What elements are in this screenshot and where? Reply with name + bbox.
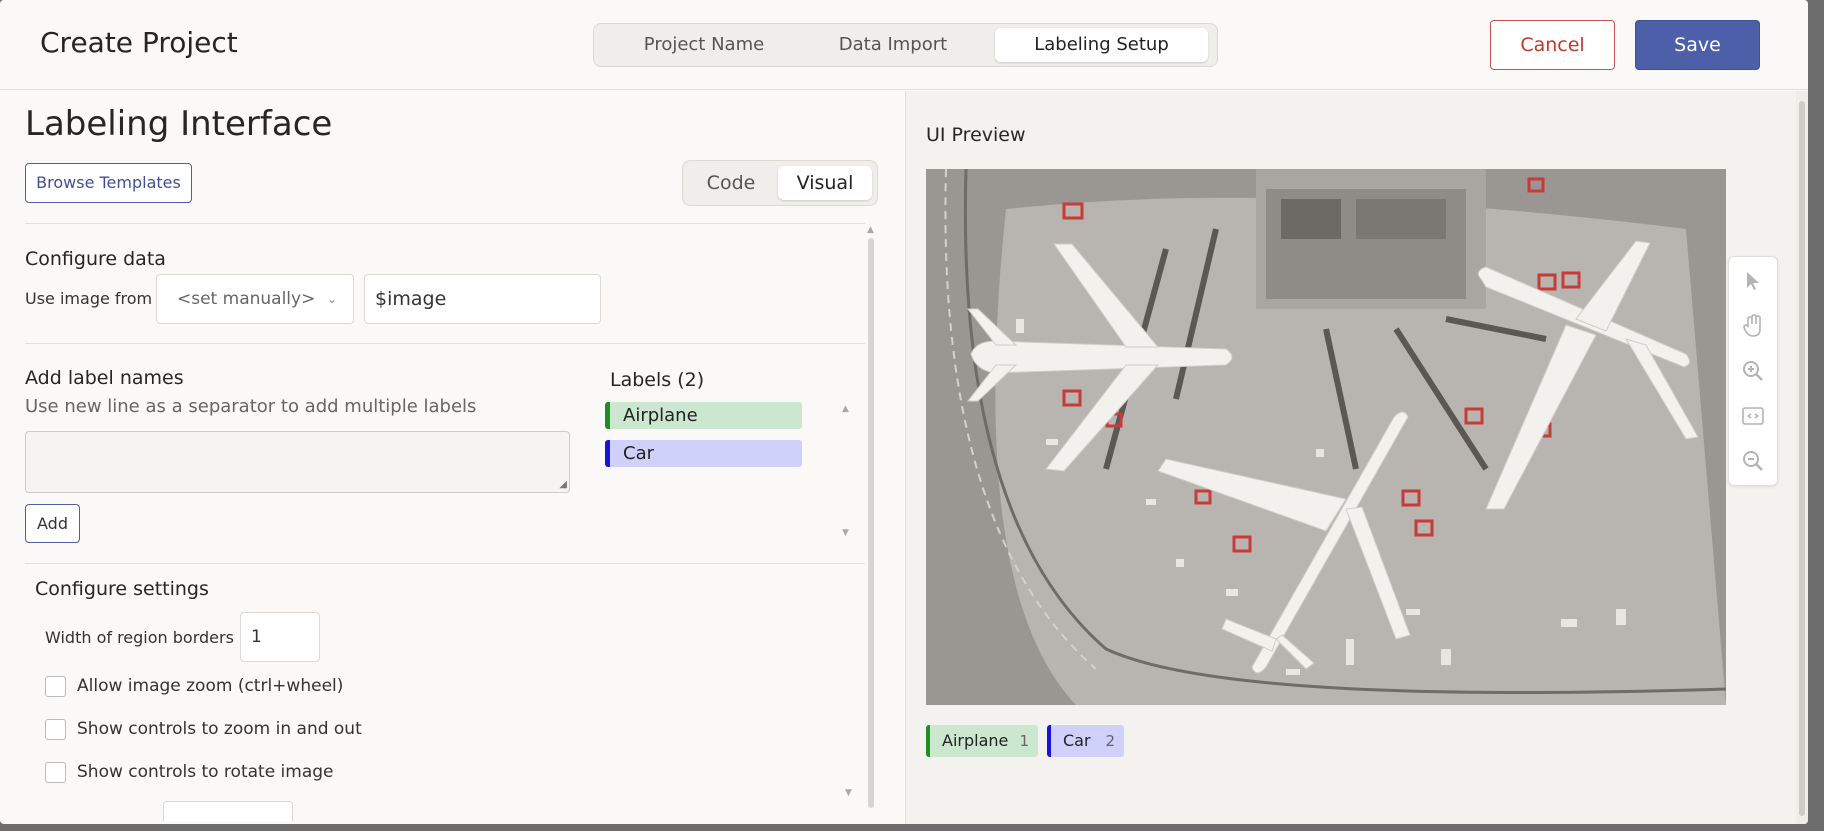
ui-preview-pane: UI Preview Airplane 1 Car 2 — [906, 91, 1808, 824]
add-labels-hint: Use new line as a separator to add multi… — [25, 396, 477, 417]
preview-label-car[interactable]: Car 2 — [1047, 725, 1124, 757]
configure-settings-title: Configure settings — [35, 578, 209, 600]
modal-header: Create Project Project Name Data Import … — [0, 0, 1808, 90]
image-source-value: <set manually> — [177, 289, 316, 309]
add-labels-button[interactable]: Add — [25, 504, 80, 543]
zoom-in-icon[interactable] — [1729, 349, 1777, 393]
scroll-down-arrow-icon[interactable]: ▼ — [845, 788, 852, 798]
cancel-button[interactable]: Cancel — [1490, 20, 1615, 70]
preview-image[interactable] — [926, 169, 1726, 705]
preview-label-name: Car — [1063, 731, 1091, 750]
chevron-down-icon: ⌄ — [326, 292, 337, 306]
mode-toggle: Code Visual — [682, 160, 878, 206]
preview-scrollbar-thumb[interactable] — [1799, 101, 1805, 816]
save-button[interactable]: Save — [1635, 20, 1760, 70]
hand-icon[interactable] — [1729, 304, 1777, 348]
configure-data-title: Configure data — [25, 248, 166, 270]
scroll-up-arrow-icon[interactable]: ▲ — [867, 225, 874, 235]
divider — [25, 563, 865, 564]
preview-label-airplane[interactable]: Airplane 1 — [926, 725, 1038, 757]
modal-title: Create Project — [40, 26, 238, 59]
create-project-modal: Create Project Project Name Data Import … — [0, 0, 1808, 824]
preview-toolbar — [1728, 256, 1778, 486]
labels-scroll-down-icon[interactable]: ▼ — [842, 528, 849, 538]
zoom-checkbox-label: Allow image zoom (ctrl+wheel) — [77, 676, 344, 696]
tab-code[interactable]: Code — [691, 166, 771, 200]
zoom-controls-checkbox[interactable] — [45, 719, 66, 740]
preview-label-count: 2 — [1105, 732, 1115, 750]
config-scrollbar[interactable] — [868, 238, 874, 808]
browse-templates-button[interactable]: Browse Templates — [25, 163, 192, 203]
tab-labeling-setup[interactable]: Labeling Setup — [995, 28, 1208, 62]
divider — [25, 223, 865, 224]
border-width-input[interactable]: 1 — [240, 612, 320, 662]
zoom-checkbox[interactable] — [45, 676, 66, 697]
preview-label-name: Airplane — [942, 731, 1009, 750]
label-names-textarea[interactable]: ◢ — [25, 431, 570, 493]
airport-aerial-image — [926, 169, 1726, 705]
use-image-label: Use image from — [25, 289, 153, 308]
pane-title: Labeling Interface — [25, 104, 333, 144]
labels-title: Labels (2) — [610, 369, 705, 391]
labels-scroll-up-icon[interactable]: ▲ — [842, 404, 849, 414]
zoom-out-icon[interactable] — [1729, 439, 1777, 483]
partially-visible-input[interactable] — [163, 801, 293, 821]
label-item-airplane[interactable]: Airplane — [605, 402, 802, 429]
step-tabs: Project Name Data Import Labeling Setup — [593, 23, 1218, 67]
pointer-icon[interactable] — [1729, 259, 1777, 303]
tab-project-name[interactable]: Project Name — [604, 28, 804, 62]
border-width-label: Width of region borders — [45, 628, 234, 647]
image-variable-input[interactable]: $image — [364, 274, 601, 324]
resize-grip-icon[interactable]: ◢ — [559, 479, 567, 490]
preview-label-count: 1 — [1019, 732, 1029, 750]
zoom-controls-checkbox-label: Show controls to zoom in and out — [77, 719, 362, 739]
tab-data-import[interactable]: Data Import — [812, 28, 974, 62]
rotate-checkbox-label: Show controls to rotate image — [77, 762, 334, 782]
divider — [25, 343, 865, 344]
preview-title: UI Preview — [926, 124, 1026, 146]
fit-to-screen-icon[interactable] — [1729, 394, 1777, 438]
rotate-checkbox[interactable] — [45, 762, 66, 783]
add-label-names-title: Add label names — [25, 367, 184, 389]
image-source-select[interactable]: <set manually> ⌄ — [156, 274, 354, 324]
labeling-config-pane: Labeling Interface Browse Templates Code… — [0, 91, 905, 824]
preview-scrollbar[interactable] — [1796, 91, 1808, 824]
label-item-car[interactable]: Car — [605, 440, 802, 467]
tab-visual[interactable]: Visual — [778, 166, 872, 200]
